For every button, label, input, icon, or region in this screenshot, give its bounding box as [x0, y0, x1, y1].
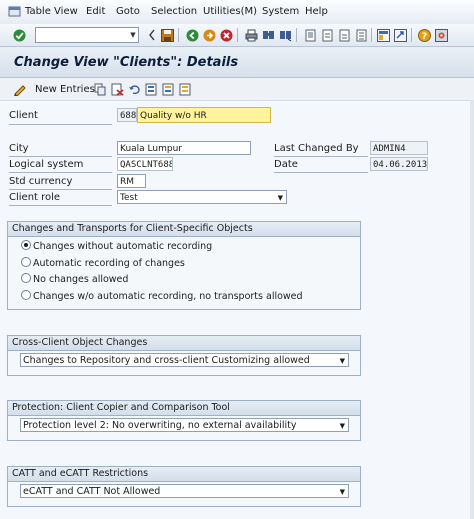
radio-button-selected[interactable]	[21, 240, 31, 250]
transports-group-title: Changes and Transports for Client-Specif…	[8, 222, 360, 237]
radio-no-transports[interactable]: Changes w/o automatic recording, no tran…	[21, 290, 303, 302]
logical-system-label: Logical system	[9, 159, 84, 170]
save-icon[interactable]	[160, 28, 174, 42]
title-bar: Change View "Clients": Details	[0, 47, 474, 78]
cancel-icon[interactable]	[219, 28, 233, 42]
first-page-icon[interactable]	[303, 28, 317, 42]
menu-help[interactable]: Help	[305, 6, 328, 17]
next-page-icon[interactable]	[337, 28, 351, 42]
previous-page-icon[interactable]	[320, 28, 334, 42]
radio-automatic-recording[interactable]: Automatic recording of changes	[21, 257, 185, 269]
delete-icon[interactable]	[110, 82, 124, 96]
radio-no-changes-allowed[interactable]: No changes allowed	[21, 273, 128, 285]
protection-select[interactable]: Protection level 2: No overwriting, no e…	[20, 418, 349, 432]
page-title: Change View "Clients": Details	[14, 55, 239, 70]
select-all-icon[interactable]	[144, 82, 158, 96]
application-toolbar: New Entries	[0, 78, 474, 101]
protection-group-title: Protection: Client Copier and Comparison…	[8, 401, 360, 416]
client-role-value: Test	[120, 193, 138, 203]
find-next-icon[interactable]	[278, 28, 292, 42]
cross-client-group-title: Cross-Client Object Changes	[8, 336, 360, 351]
cross-client-group: Cross-Client Object Changes Changes to R…	[7, 335, 361, 376]
find-icon[interactable]	[261, 28, 275, 42]
select-block-icon[interactable]	[161, 82, 175, 96]
client-name-field[interactable]: Quality w/o HR	[137, 107, 271, 123]
chevron-down-icon[interactable]: ▼	[340, 485, 345, 499]
client-role-label: Client role	[9, 192, 61, 203]
catt-group-title: CATT and eCATT Restrictions	[8, 467, 360, 482]
copy-icon[interactable]	[93, 82, 107, 96]
chevron-down-icon[interactable]: ▼	[278, 191, 283, 203]
chevron-down-icon[interactable]: ▼	[340, 419, 345, 433]
help-icon[interactable]: ?	[417, 28, 431, 42]
radio-button[interactable]	[21, 257, 31, 267]
command-field[interactable]: ▼	[35, 27, 139, 43]
deselect-all-icon[interactable]	[178, 82, 192, 96]
catt-group: CATT and eCATT Restrictions eCATT and CA…	[7, 466, 361, 507]
edit-pencil-icon[interactable]	[13, 82, 27, 96]
menu-goto[interactable]: Goto	[116, 6, 140, 17]
shortcut-icon[interactable]	[393, 28, 407, 42]
transports-group: Changes and Transports for Client-Specif…	[7, 221, 361, 310]
city-label: City	[9, 143, 29, 154]
std-currency-label: Std currency	[9, 176, 73, 187]
menu-edit[interactable]: Edit	[86, 6, 105, 17]
menu-system[interactable]: System	[262, 6, 299, 17]
client-number-field: 688	[117, 108, 137, 122]
client-label: Client	[9, 110, 38, 121]
chevron-down-icon[interactable]: ▼	[128, 28, 138, 42]
logical-system-field[interactable]: QASCLNT688	[117, 157, 173, 171]
collapse-icon[interactable]	[145, 28, 159, 42]
last-changed-label: Last Changed By	[274, 143, 359, 154]
city-field[interactable]: Kuala Lumpur	[117, 141, 251, 155]
radio-button[interactable]	[21, 290, 31, 300]
menu-table-view[interactable]: Table View	[25, 6, 78, 17]
cross-client-select[interactable]: Changes to Repository and cross-client C…	[20, 353, 349, 367]
exit-icon[interactable]	[202, 28, 216, 42]
std-currency-field[interactable]: RM	[117, 174, 146, 188]
print-icon[interactable]	[244, 28, 258, 42]
back-icon[interactable]	[185, 28, 199, 42]
create-session-icon[interactable]	[376, 28, 390, 42]
radio-button[interactable]	[21, 273, 31, 283]
catt-select[interactable]: eCATT and CATT Not Allowed ▼	[20, 484, 349, 498]
customize-layout-icon[interactable]	[434, 28, 448, 42]
window-edge	[470, 100, 474, 519]
standard-toolbar: ▼ ?	[0, 24, 474, 47]
new-entries-button[interactable]: New Entries	[35, 84, 95, 95]
last-changed-field: ADMIN4	[370, 141, 428, 155]
menu-utilities[interactable]: Utilities(M)	[203, 6, 257, 17]
svg-text:?: ?	[421, 32, 426, 42]
date-field: 04.06.2013	[370, 157, 428, 171]
chevron-down-icon[interactable]: ▼	[340, 354, 345, 368]
last-page-icon[interactable]	[354, 28, 368, 42]
enter-icon[interactable]	[12, 28, 26, 42]
menu-icon[interactable]	[8, 6, 21, 18]
menu-bar: Table View Edit Goto Selection Utilities…	[0, 0, 474, 25]
undo-icon[interactable]	[127, 82, 141, 96]
client-role-select[interactable]: Test ▼	[117, 190, 287, 204]
date-label: Date	[274, 159, 298, 170]
radio-changes-without-recording[interactable]: Changes without automatic recording	[21, 240, 212, 252]
protection-group: Protection: Client Copier and Comparison…	[7, 400, 361, 441]
menu-selection[interactable]: Selection	[151, 6, 197, 17]
